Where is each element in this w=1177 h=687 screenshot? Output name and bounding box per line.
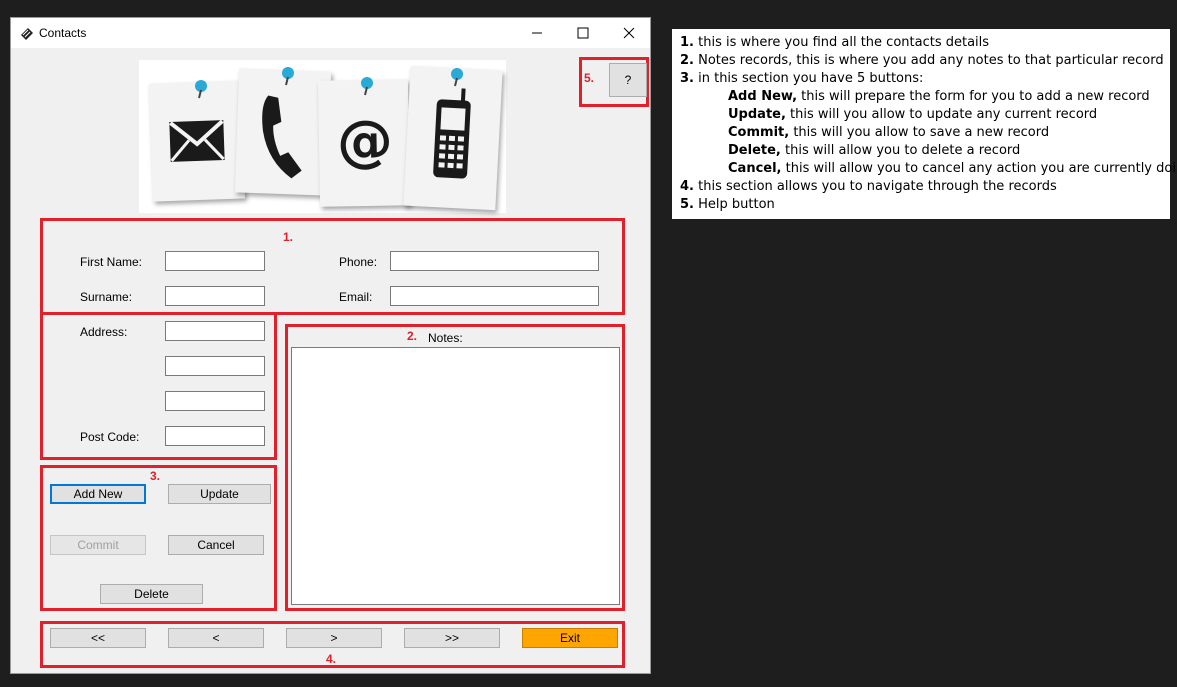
annotation-label-5: 5. bbox=[584, 71, 595, 85]
help-line-2: 2. Notes records, this is where you add … bbox=[680, 53, 1164, 68]
help-info-panel: 1. this is where you find all the contac… bbox=[672, 29, 1177, 219]
help-line-3: 3. in this section you have 5 buttons: bbox=[680, 71, 924, 86]
minimize-button[interactable] bbox=[514, 18, 560, 48]
update-button[interactable]: Update bbox=[168, 484, 271, 504]
help-button-cancel: Cancel, this will allow you to cancel an… bbox=[728, 161, 1177, 176]
phone-label: Phone: bbox=[339, 255, 378, 269]
last-record-button[interactable]: >> bbox=[404, 628, 500, 648]
first-name-label: First Name: bbox=[80, 255, 143, 269]
notes-label: Notes: bbox=[428, 331, 463, 345]
email-label: Email: bbox=[339, 290, 373, 304]
annotation-label-1: 1. bbox=[283, 230, 294, 244]
help-button-add-new: Add New, this will prepare the form for … bbox=[728, 89, 1150, 104]
maximize-button[interactable] bbox=[560, 18, 606, 48]
mobile-phone-icon bbox=[433, 88, 471, 179]
app-icon bbox=[19, 25, 35, 44]
pushpin-icons bbox=[195, 67, 463, 99]
next-record-button[interactable]: > bbox=[286, 628, 382, 648]
minimize-icon bbox=[532, 32, 542, 34]
help-button-update: Update, this will you allow to update an… bbox=[728, 107, 1098, 122]
help-button-commit: Commit, this will you allow to save a ne… bbox=[728, 125, 1050, 140]
annotation-label-2: 2. bbox=[407, 329, 418, 343]
title-bar: Contacts bbox=[11, 18, 650, 48]
phone-field[interactable] bbox=[390, 251, 599, 271]
commit-button[interactable]: Commit bbox=[50, 535, 146, 555]
close-button[interactable] bbox=[606, 18, 652, 48]
post-code-field[interactable] bbox=[165, 426, 265, 446]
exit-button[interactable]: Exit bbox=[522, 628, 618, 648]
surname-label: Surname: bbox=[80, 290, 133, 304]
notes-textarea[interactable] bbox=[291, 347, 620, 605]
surname-field[interactable] bbox=[165, 286, 265, 306]
email-field[interactable] bbox=[390, 286, 599, 306]
address-label: Address: bbox=[80, 325, 128, 339]
svg-text:@: @ bbox=[336, 111, 393, 172]
at-sign-icon: @ bbox=[336, 111, 393, 172]
address-line-2-field[interactable] bbox=[165, 356, 265, 376]
window-title: Contacts bbox=[39, 26, 87, 40]
post-code-label: Post Code: bbox=[80, 430, 140, 444]
maximize-icon bbox=[577, 27, 589, 39]
help-line-1: 1. this is where you find all the contac… bbox=[680, 35, 990, 50]
address-line-3-field[interactable] bbox=[165, 391, 265, 411]
cancel-button[interactable]: Cancel bbox=[168, 535, 264, 555]
help-line-5: 5. Help button bbox=[680, 197, 775, 212]
first-record-button[interactable]: << bbox=[50, 628, 146, 648]
phone-handset-icon bbox=[262, 95, 302, 179]
delete-button[interactable]: Delete bbox=[100, 584, 203, 604]
close-icon bbox=[623, 27, 635, 39]
contacts-window: Contacts @ 5. ? 1. First Name: Surname: … bbox=[10, 17, 651, 674]
first-name-field[interactable] bbox=[165, 251, 265, 271]
help-button[interactable]: ? bbox=[609, 63, 647, 97]
address-line-1-field[interactable] bbox=[165, 321, 265, 341]
previous-record-button[interactable]: < bbox=[168, 628, 264, 648]
help-line-4: 4. this section allows you to navigate t… bbox=[680, 179, 1057, 194]
annotation-label-3: 3. bbox=[150, 469, 161, 483]
contacts-banner-image: @ bbox=[139, 60, 506, 213]
add-new-button[interactable]: Add New bbox=[50, 484, 146, 504]
annotation-label-4: 4. bbox=[326, 652, 337, 666]
envelope-icon bbox=[169, 119, 225, 162]
help-button-delete: Delete, this will allow you to delete a … bbox=[728, 143, 1021, 158]
